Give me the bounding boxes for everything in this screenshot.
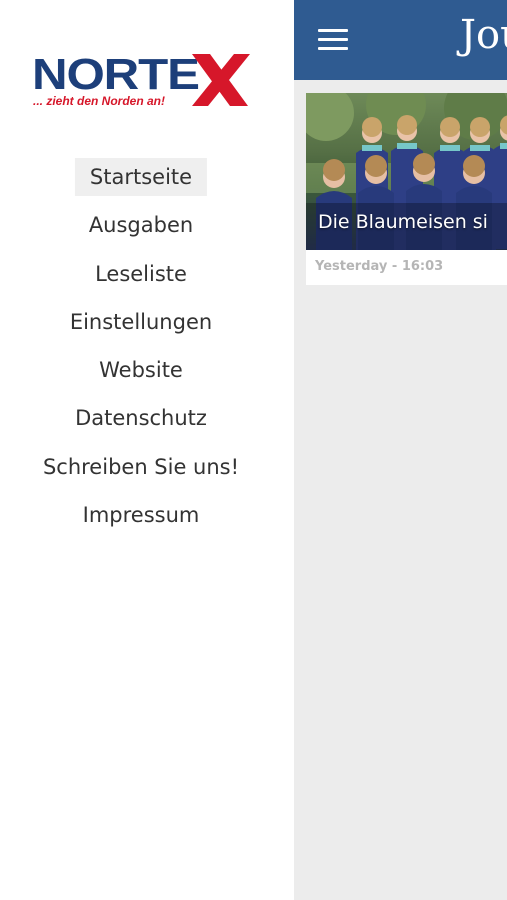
menu-item-impressum[interactable]: Impressum bbox=[0, 496, 282, 544]
hamburger-icon[interactable] bbox=[318, 29, 348, 51]
nortex-logo[interactable]: NORTE ... zieht den Norden an! bbox=[30, 52, 252, 112]
article-card[interactable]: Die Blaumeisen si Yesterday - 16:03 bbox=[306, 93, 507, 285]
app-title: Jou bbox=[460, 12, 507, 58]
article-photo: Die Blaumeisen si bbox=[306, 93, 507, 250]
menu-item-label: Datenschutz bbox=[75, 406, 207, 431]
article-timestamp: Yesterday - 16:03 bbox=[315, 259, 444, 274]
logo-x-mark bbox=[192, 54, 250, 106]
menu-item-label: Leseliste bbox=[95, 261, 187, 286]
menu-item-startseite[interactable]: Startseite bbox=[0, 158, 282, 206]
menu-item-website[interactable]: Website bbox=[0, 351, 282, 399]
navigation-drawer: NORTE ... zieht den Norden an! Startseit… bbox=[0, 0, 294, 900]
menu-item-datenschutz[interactable]: Datenschutz bbox=[0, 399, 282, 447]
drawer-menu: Startseite Ausgaben Leseliste Einstellun… bbox=[0, 158, 282, 544]
article-caption: Die Blaumeisen si bbox=[318, 211, 488, 233]
menu-item-label: Impressum bbox=[82, 503, 200, 528]
menu-item-leseliste[interactable]: Leseliste bbox=[0, 255, 282, 303]
app-header: Jou bbox=[294, 0, 507, 80]
menu-item-schreiben-sie-uns[interactable]: Schreiben Sie uns! bbox=[0, 448, 282, 496]
menu-item-label: Einstellungen bbox=[69, 309, 213, 334]
menu-item-label: Ausgaben bbox=[88, 213, 194, 238]
logo-wordmark: NORTE bbox=[32, 50, 200, 99]
logo-tagline: ... zieht den Norden an! bbox=[33, 94, 166, 108]
menu-item-label: Schreiben Sie uns! bbox=[42, 454, 240, 479]
menu-item-ausgaben[interactable]: Ausgaben bbox=[0, 206, 282, 254]
menu-item-einstellungen[interactable]: Einstellungen bbox=[0, 303, 282, 351]
menu-item-label: Website bbox=[99, 358, 183, 383]
menu-item-label: Startseite bbox=[74, 158, 208, 196]
main-content: Jou bbox=[294, 0, 507, 900]
